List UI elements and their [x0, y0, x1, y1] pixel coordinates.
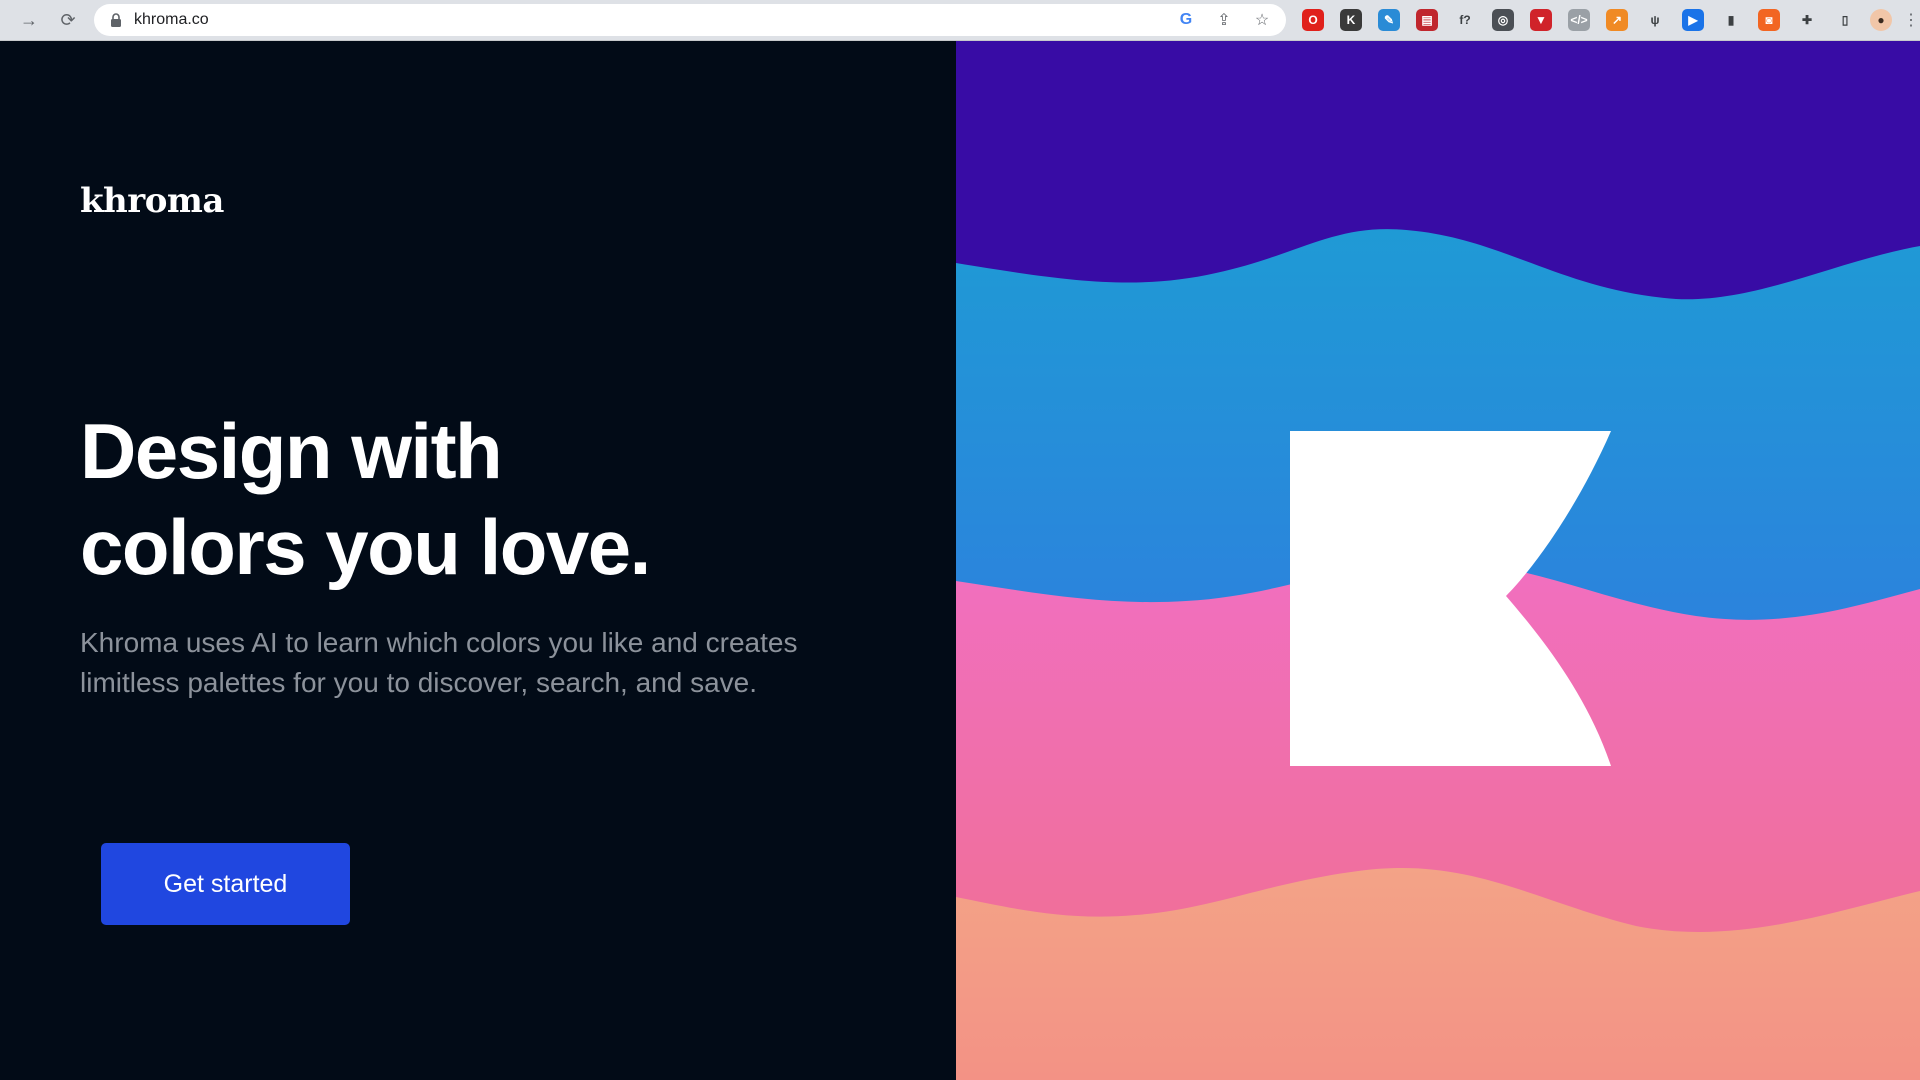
browser-toolbar: → ⟳ khroma.co G ⇪ ☆ O K ✎ ▤ f? ◎ ▼ </> ↗ ψ ▶ ▮ ◙ ✚ ▯ ●… [0, 0, 1920, 41]
wave-illustration [956, 41, 1920, 1080]
opera-icon[interactable]: O [1302, 9, 1324, 31]
hero-artwork [956, 41, 1920, 1080]
headline-line-2: colors you love. [80, 503, 651, 591]
google-icon[interactable]: G [1176, 10, 1196, 30]
forward-icon[interactable]: → [18, 9, 40, 31]
eyedropper-icon[interactable]: ✎ [1378, 9, 1400, 31]
address-bar[interactable]: khroma.co G ⇪ ☆ [94, 4, 1286, 36]
headline-line-1: Design with [80, 407, 503, 495]
hero-headline: Design with colors you love. [80, 403, 900, 595]
get-started-button[interactable]: Get started [101, 843, 350, 925]
khroma-logo[interactable]: khroma [80, 181, 224, 221]
menu-icon[interactable]: ⋮ [1900, 9, 1920, 31]
lock-icon [111, 13, 121, 27]
target-extension-icon[interactable]: ◎ [1492, 9, 1514, 31]
code-extension-icon[interactable]: </> [1568, 9, 1590, 31]
trend-extension-icon[interactable]: ↗ [1606, 9, 1628, 31]
record-extension-icon[interactable]: ▶ [1682, 9, 1704, 31]
k-extension-icon[interactable]: K [1340, 9, 1362, 31]
fonts-extension-icon[interactable]: f? [1454, 9, 1476, 31]
bookmark-star-icon[interactable]: ☆ [1252, 10, 1272, 30]
video-extension-icon[interactable]: ◙ [1758, 9, 1780, 31]
reload-icon[interactable]: ⟳ [57, 9, 79, 31]
dislike-extension-icon[interactable]: ▼ [1530, 9, 1552, 31]
profile-avatar[interactable]: ● [1870, 9, 1892, 31]
hero-left-panel: khroma Design with colors you love. Khro… [0, 41, 956, 1080]
share-icon[interactable]: ⇪ [1214, 10, 1234, 30]
hero-description: Khroma uses AI to learn which colors you… [80, 627, 798, 698]
chart-extension-icon[interactable]: ▤ [1416, 9, 1438, 31]
puzzle-icon[interactable]: ✚ [1796, 9, 1818, 31]
plant-extension-icon[interactable]: ψ [1644, 9, 1666, 31]
url-text[interactable]: khroma.co [134, 11, 209, 29]
bookmark-extension-icon[interactable]: ▮ [1720, 9, 1742, 31]
side-panel-icon[interactable]: ▯ [1834, 9, 1856, 31]
